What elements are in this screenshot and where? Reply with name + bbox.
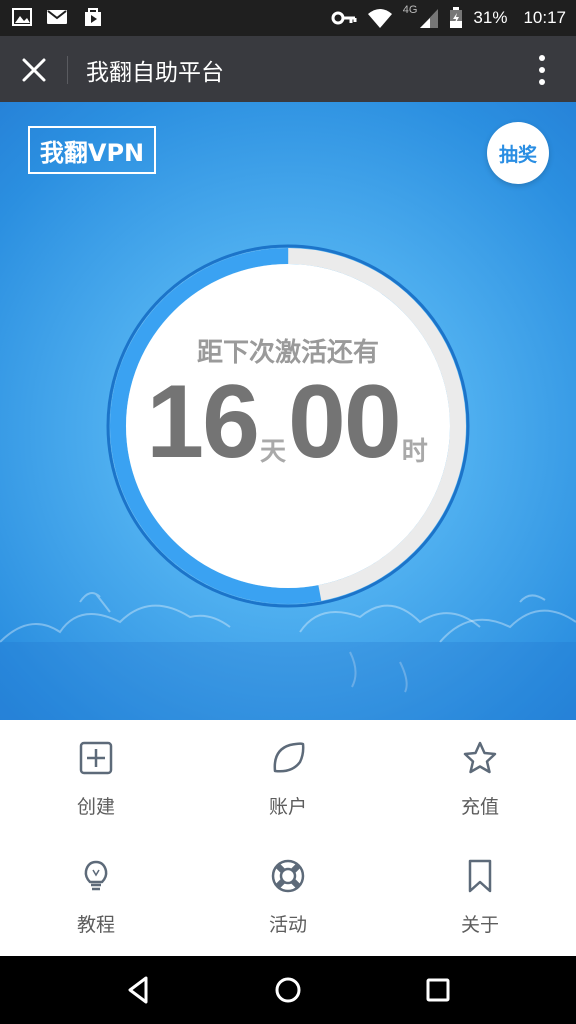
countdown-values: 16 天 00 时	[110, 370, 466, 474]
menu-label: 充值	[460, 796, 499, 818]
status-bar: 4G 31% 10:17	[0, 0, 576, 36]
hours-value: 00	[288, 364, 402, 480]
menu-label: 账户	[268, 796, 307, 818]
plus-square-icon	[79, 741, 113, 775]
page-title: 我翻自助平台	[86, 60, 224, 86]
menu-item-activity[interactable]: 活动	[192, 838, 384, 956]
hours-unit: 时	[401, 437, 428, 467]
menu-label: 教程	[76, 914, 115, 936]
menu-item-tutorial[interactable]: 教程	[0, 838, 192, 956]
menu-label: 关于	[460, 914, 499, 936]
lightbulb-icon	[84, 860, 108, 891]
more-vertical-icon[interactable]	[532, 52, 552, 88]
logo: 我翻VPN	[28, 126, 156, 174]
menu-label: 创建	[76, 796, 115, 818]
mail-icon	[47, 10, 67, 24]
key-icon	[331, 11, 357, 25]
play-store-icon	[85, 8, 101, 26]
menu-item-create[interactable]: 创建	[0, 720, 192, 838]
star-icon	[463, 741, 497, 774]
days-unit: 天	[259, 437, 286, 467]
image-icon	[12, 8, 32, 26]
bookmark-icon	[468, 859, 492, 893]
days-value: 16	[146, 364, 260, 480]
feature-menu: 创建 账户 充值 教程 活动 关于	[0, 720, 576, 956]
menu-label: 活动	[268, 914, 307, 936]
lifebuoy-icon	[271, 859, 305, 893]
lottery-button[interactable]: 抽奖	[487, 122, 549, 184]
signal-icon	[420, 9, 439, 28]
network-type: 4G	[402, 4, 418, 16]
wifi-icon	[367, 9, 392, 28]
home-icon[interactable]	[268, 970, 308, 1010]
close-icon[interactable]	[14, 50, 54, 90]
battery-icon	[450, 7, 463, 28]
clouds-decoration	[0, 592, 576, 720]
app-bar-divider	[67, 56, 68, 84]
menu-item-account[interactable]: 账户	[192, 720, 384, 838]
battery-percent: 31%	[473, 8, 508, 27]
countdown-hero: 我翻VPN 抽奖 距下次激活还有 16 天 00 时	[0, 102, 576, 720]
system-nav-bar	[0, 956, 576, 1024]
menu-item-about[interactable]: 关于	[384, 838, 576, 956]
leaf-icon	[273, 742, 305, 773]
recents-icon[interactable]	[418, 970, 458, 1010]
menu-item-recharge[interactable]: 充值	[384, 720, 576, 838]
app-bar: 我翻自助平台	[0, 36, 576, 102]
back-icon[interactable]	[118, 970, 158, 1010]
clock: 10:17	[523, 8, 566, 27]
